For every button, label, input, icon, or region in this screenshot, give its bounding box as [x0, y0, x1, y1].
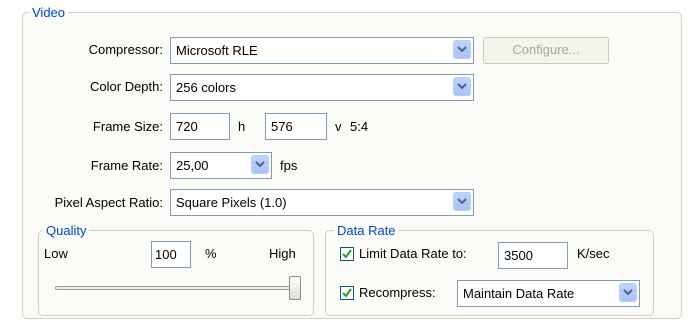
frame-height-unit: v: [335, 119, 342, 134]
recompress-value: Maintain Data Rate: [463, 286, 575, 301]
frame-rate-value: 25,00: [176, 158, 209, 173]
chevron-down-icon[interactable]: [453, 40, 471, 59]
quality-slider[interactable]: [55, 276, 301, 300]
color-depth-label: Color Depth:: [90, 79, 163, 94]
pixel-aspect-value: Square Pixels (1.0): [176, 195, 287, 210]
chevron-down-icon[interactable]: [251, 155, 269, 174]
frame-rate-select[interactable]: 25,00: [170, 152, 272, 179]
frame-width-input[interactable]: 720: [170, 113, 230, 140]
quality-value: 100: [155, 247, 177, 262]
quality-legend: Quality: [43, 223, 90, 239]
frame-ratio: 5:4: [350, 119, 369, 134]
chevron-down-icon[interactable]: [453, 77, 471, 96]
color-depth-value: 256 colors: [176, 80, 236, 95]
recompress-checkbox[interactable]: [340, 286, 354, 300]
data-rate-value: 3500: [504, 248, 533, 263]
compressor-select[interactable]: Microsoft RLE: [170, 37, 474, 64]
color-depth-select[interactable]: 256 colors: [170, 74, 474, 101]
frame-width-unit: h: [238, 119, 246, 134]
video-legend: Video: [29, 5, 69, 21]
data-rate-legend: Data Rate: [334, 223, 399, 239]
slider-thumb[interactable]: [289, 276, 301, 300]
frame-height-value: 576: [271, 119, 293, 134]
pixel-aspect-select[interactable]: Square Pixels (1.0): [170, 189, 474, 216]
chevron-down-icon[interactable]: [619, 283, 637, 302]
slider-track: [55, 286, 301, 290]
quality-high-label: High: [269, 246, 296, 261]
limit-data-rate-checkbox[interactable]: [340, 247, 354, 261]
quality-low-label: Low: [44, 246, 68, 261]
recompress-select[interactable]: Maintain Data Rate: [457, 280, 640, 307]
compressor-value: Microsoft RLE: [176, 43, 258, 58]
limit-data-rate-label: Limit Data Rate to:: [359, 246, 467, 261]
data-rate-input[interactable]: 3500: [498, 242, 568, 269]
frame-width-value: 720: [176, 119, 198, 134]
frame-rate-label: Frame Rate:: [90, 158, 163, 173]
frame-height-input[interactable]: 576: [265, 113, 327, 140]
configure-button[interactable]: Configure...: [483, 37, 609, 64]
compressor-label: Compressor:: [88, 42, 163, 57]
quality-unit: %: [205, 246, 217, 261]
quality-input[interactable]: 100: [151, 241, 191, 268]
frame-size-label: Frame Size:: [92, 119, 163, 134]
data-rate-unit: K/sec: [577, 246, 610, 261]
chevron-down-icon[interactable]: [453, 192, 471, 211]
frame-rate-unit: fps: [280, 158, 298, 173]
recompress-label: Recompress:: [359, 285, 436, 300]
pixel-aspect-label: Pixel Aspect Ratio:: [54, 195, 163, 210]
